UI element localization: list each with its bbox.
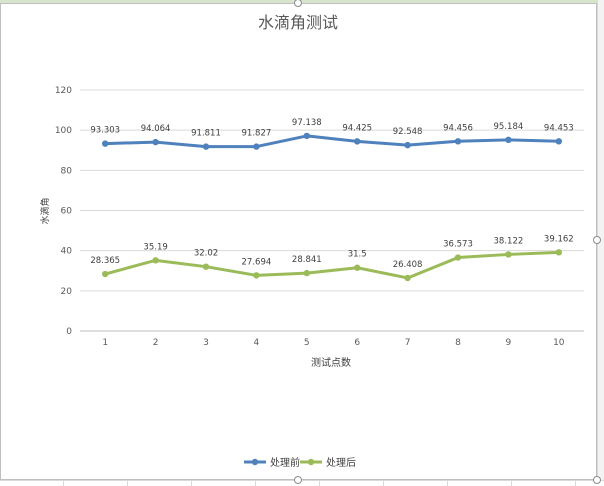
data-label: 94.425 — [342, 123, 372, 133]
legend-marker — [307, 458, 315, 466]
data-point — [202, 263, 210, 270]
y-tick-label: 0 — [66, 327, 72, 337]
data-label: 92.548 — [393, 127, 423, 137]
data-label: 28.365 — [90, 256, 120, 266]
x-tick-label: 6 — [354, 338, 360, 348]
data-label: 97.138 — [292, 118, 322, 128]
legend[interactable]: 处理前 处理后 — [244, 456, 356, 469]
data-point — [102, 140, 109, 147]
data-point — [404, 141, 411, 149]
data-point — [505, 136, 512, 144]
data-point — [454, 254, 462, 261]
data-point — [354, 264, 361, 271]
y-axis-title: 水滴角 — [39, 197, 51, 224]
data-point — [253, 143, 260, 150]
data-label: 39.162 — [544, 234, 574, 244]
y-tick-label: 40 — [61, 247, 73, 257]
data-point — [102, 270, 109, 278]
y-tick-label: 120 — [55, 86, 72, 96]
series-line — [103, 250, 561, 280]
resize-handle-right[interactable] — [593, 236, 601, 244]
legend-label: 处理前 — [270, 456, 300, 469]
data-point — [303, 132, 310, 140]
y-tick-label: 60 — [61, 207, 73, 217]
x-tick-label: 5 — [304, 338, 310, 348]
data-label: 93.303 — [90, 126, 120, 136]
x-tick-label: 10 — [553, 338, 565, 348]
data-label: 36.573 — [443, 240, 473, 250]
data-label: 35.19 — [143, 242, 167, 252]
data-label: 28.841 — [292, 255, 322, 265]
data-label: 32.02 — [194, 249, 218, 259]
data-label: 94.453 — [544, 123, 574, 133]
data-label: 26.408 — [393, 260, 423, 270]
x-tick-label: 8 — [455, 338, 461, 348]
legend-marker — [251, 458, 259, 466]
series-line — [103, 134, 561, 149]
x-tick-label: 4 — [254, 338, 260, 348]
y-tick-label: 20 — [61, 287, 73, 297]
data-label: 91.827 — [242, 129, 272, 139]
data-label: 94.456 — [443, 123, 473, 133]
data-point — [505, 251, 512, 258]
resize-handle-bottom[interactable] — [294, 476, 302, 484]
data-point — [354, 138, 361, 145]
data-label: 27.694 — [242, 257, 272, 267]
data-point — [152, 138, 159, 146]
series-1: 93.303 94.064 91.811 91.827 97.138 94.425 92.5… — [90, 118, 574, 150]
series-layer: 93.303 94.064 91.811 91.827 97.138 94.425 92.5… — [90, 118, 574, 282]
data-label: 95.184 — [494, 122, 524, 132]
y-tick-label: 80 — [61, 166, 73, 176]
series-2: 28.365 35.19 32.02 27.694 28.841 31.5 26.408 36… — [90, 234, 574, 282]
x-tick-label: 2 — [153, 338, 159, 348]
data-point — [303, 269, 310, 277]
data-label: 31.5 — [348, 250, 367, 260]
data-point — [202, 143, 210, 150]
chart-title: 水滴角测试 — [258, 13, 338, 32]
data-point — [404, 274, 411, 282]
data-point — [454, 138, 462, 145]
data-label: 38.122 — [494, 236, 524, 246]
x-tick-label: 3 — [203, 338, 209, 348]
y-tick-label: 100 — [55, 126, 72, 136]
x-tick-label: 9 — [506, 338, 512, 348]
data-point — [555, 249, 562, 256]
data-point — [253, 272, 260, 279]
data-point — [152, 257, 159, 264]
data-label: 94.064 — [141, 124, 171, 134]
data-label: 91.811 — [191, 129, 221, 139]
resize-handle-bottom-right[interactable] — [593, 476, 601, 484]
x-tick-label: 7 — [405, 338, 411, 348]
data-point — [555, 138, 562, 145]
line-chart[interactable]: 水滴角测试 0 20 40 60 80 100 120 1 2 3 4 5 6 7 8 9 10 水滴角 测试点… — [0, 0, 604, 485]
legend-label: 处理后 — [326, 457, 356, 469]
x-axis-title: 测试点数 — [311, 356, 351, 369]
x-tick-label: 1 — [102, 338, 108, 348]
